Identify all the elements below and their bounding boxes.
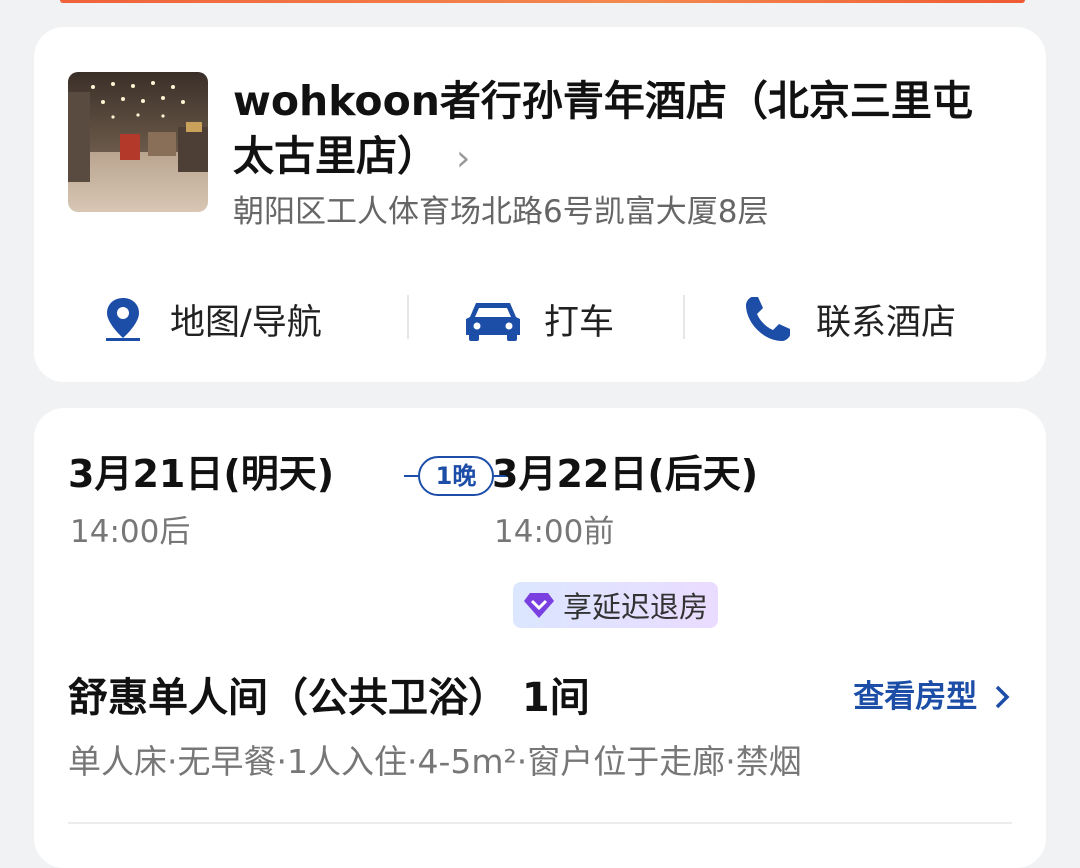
action-divider xyxy=(407,295,409,339)
view-room-type-link[interactable]: 查看房型 xyxy=(853,674,1012,720)
nights-count: 1晚 xyxy=(418,456,494,496)
checkout-time: 14:00前 xyxy=(494,514,615,550)
hotel-actions-bar: 地图/导航 打车 联系酒店 xyxy=(34,289,1046,349)
hotel-info-card: wohkoon者行孙青年酒店（北京三里屯太古里店） › 朝阳区工人体育场北路6号凯… xyxy=(34,27,1046,382)
booking-info-card: 3月21日(明天) 1晚 3月22日(后天) 14:00后 14:00前 享延迟… xyxy=(34,408,1046,868)
map-pin-icon xyxy=(106,298,140,341)
checkin-date: 3月21日(明天) xyxy=(68,452,335,496)
chevron-right-icon xyxy=(995,685,1010,709)
chevron-right-icon: › xyxy=(456,138,471,179)
checkout-date: 3月22日(后天) xyxy=(492,452,759,496)
phone-icon xyxy=(746,297,790,341)
contact-hotel-label: 联系酒店 xyxy=(816,302,957,343)
late-checkout-badge: 享延迟退房 xyxy=(513,582,719,628)
view-room-type-label: 查看房型 xyxy=(853,679,978,715)
hotel-name-text: wohkoon者行孙青年酒店（北京三里屯太古里店） xyxy=(233,77,973,180)
car-icon xyxy=(466,303,520,341)
room-attributes: 单人床·无早餐·1人入住·4-5m²·窗户位于走廊·禁烟 xyxy=(68,742,802,781)
hotel-thumbnail[interactable] xyxy=(68,72,208,212)
hotel-name[interactable]: wohkoon者行孙青年酒店（北京三里屯太古里店） › xyxy=(233,74,1013,186)
taxi-label: 打车 xyxy=(544,302,615,343)
hotel-address: 朝阳区工人体育场北路6号凯富大厦8层 xyxy=(233,194,769,230)
top-accent-strip xyxy=(60,0,1025,3)
map-navigation-button[interactable]: 地图/导航 xyxy=(98,289,322,349)
taxi-button[interactable]: 打车 xyxy=(464,289,614,349)
diamond-icon xyxy=(524,593,554,618)
late-checkout-label: 享延迟退房 xyxy=(563,590,709,624)
stay-dates-row[interactable]: 3月21日(明天) 1晚 3月22日(后天) xyxy=(68,448,1008,508)
action-divider xyxy=(683,295,685,339)
section-divider xyxy=(68,822,1012,824)
map-navigation-label: 地图/导航 xyxy=(170,302,322,343)
checkin-time: 14:00后 xyxy=(70,514,191,550)
contact-hotel-button[interactable]: 联系酒店 xyxy=(742,289,956,349)
room-name: 舒惠单人间（公共卫浴） 1间 xyxy=(68,675,590,721)
